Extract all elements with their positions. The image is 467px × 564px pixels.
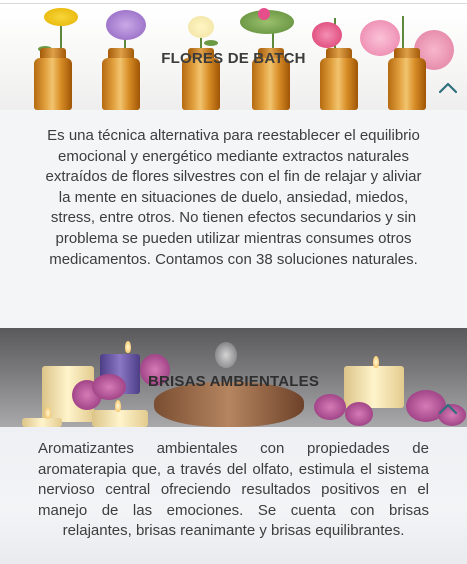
section-description: Es una técnica alternativa para reestabl… [45, 127, 422, 268]
chevron-up-icon[interactable] [438, 81, 458, 95]
section-title: FLORES DE BATCH [161, 50, 306, 67]
chevron-up-icon[interactable] [438, 402, 458, 416]
bach-flowers-content: Es una técnica alternativa para reestabl… [0, 110, 467, 328]
section-description: Aromatizantes ambientales con propiedade… [38, 440, 429, 540]
section-title: BRISAS AMBIENTALES [147, 373, 320, 390]
bach-flowers-header[interactable]: FLORES DE BATCH [0, 6, 467, 110]
ambient-breezes-content: Aromatizantes ambientales con propiedade… [0, 427, 467, 564]
top-divider [0, 3, 467, 4]
ambient-breezes-header[interactable]: BRISAS AMBIENTALES [0, 328, 467, 427]
